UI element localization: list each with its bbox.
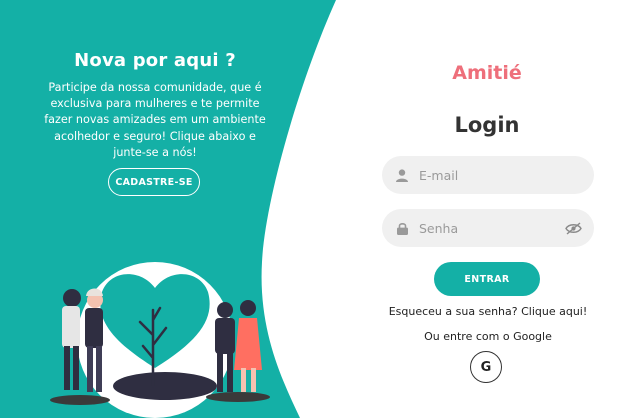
email-input[interactable] <box>419 167 594 183</box>
user-icon <box>395 168 409 182</box>
forgot-password-link[interactable]: Esqueceu a sua senha? Clique aqui! <box>370 305 606 318</box>
welcome-text: Participe da nossa comunidade, que é exc… <box>44 81 266 159</box>
signup-button[interactable]: CADASTRE-SE <box>108 168 200 196</box>
women-friends-illustration <box>50 262 270 418</box>
google-icon: G <box>480 359 492 375</box>
email-field[interactable] <box>382 156 594 194</box>
password-input[interactable] <box>419 220 564 236</box>
brand-logo: Amitié <box>452 62 522 84</box>
google-login-button[interactable]: G <box>470 351 502 383</box>
password-field[interactable] <box>382 209 594 247</box>
lock-icon <box>395 221 409 235</box>
login-title: Login <box>454 113 520 137</box>
welcome-title: Nova por aqui ? <box>74 50 236 71</box>
welcome-panel: Nova por aqui ? Participe da nossa comun… <box>40 50 270 161</box>
login-page: Nova por aqui ? Participe da nossa comun… <box>0 0 642 418</box>
login-submit-button[interactable]: ENTRAR <box>434 262 540 296</box>
eye-off-icon[interactable] <box>564 221 582 235</box>
google-login-text: Ou entre com o Google <box>424 330 552 343</box>
